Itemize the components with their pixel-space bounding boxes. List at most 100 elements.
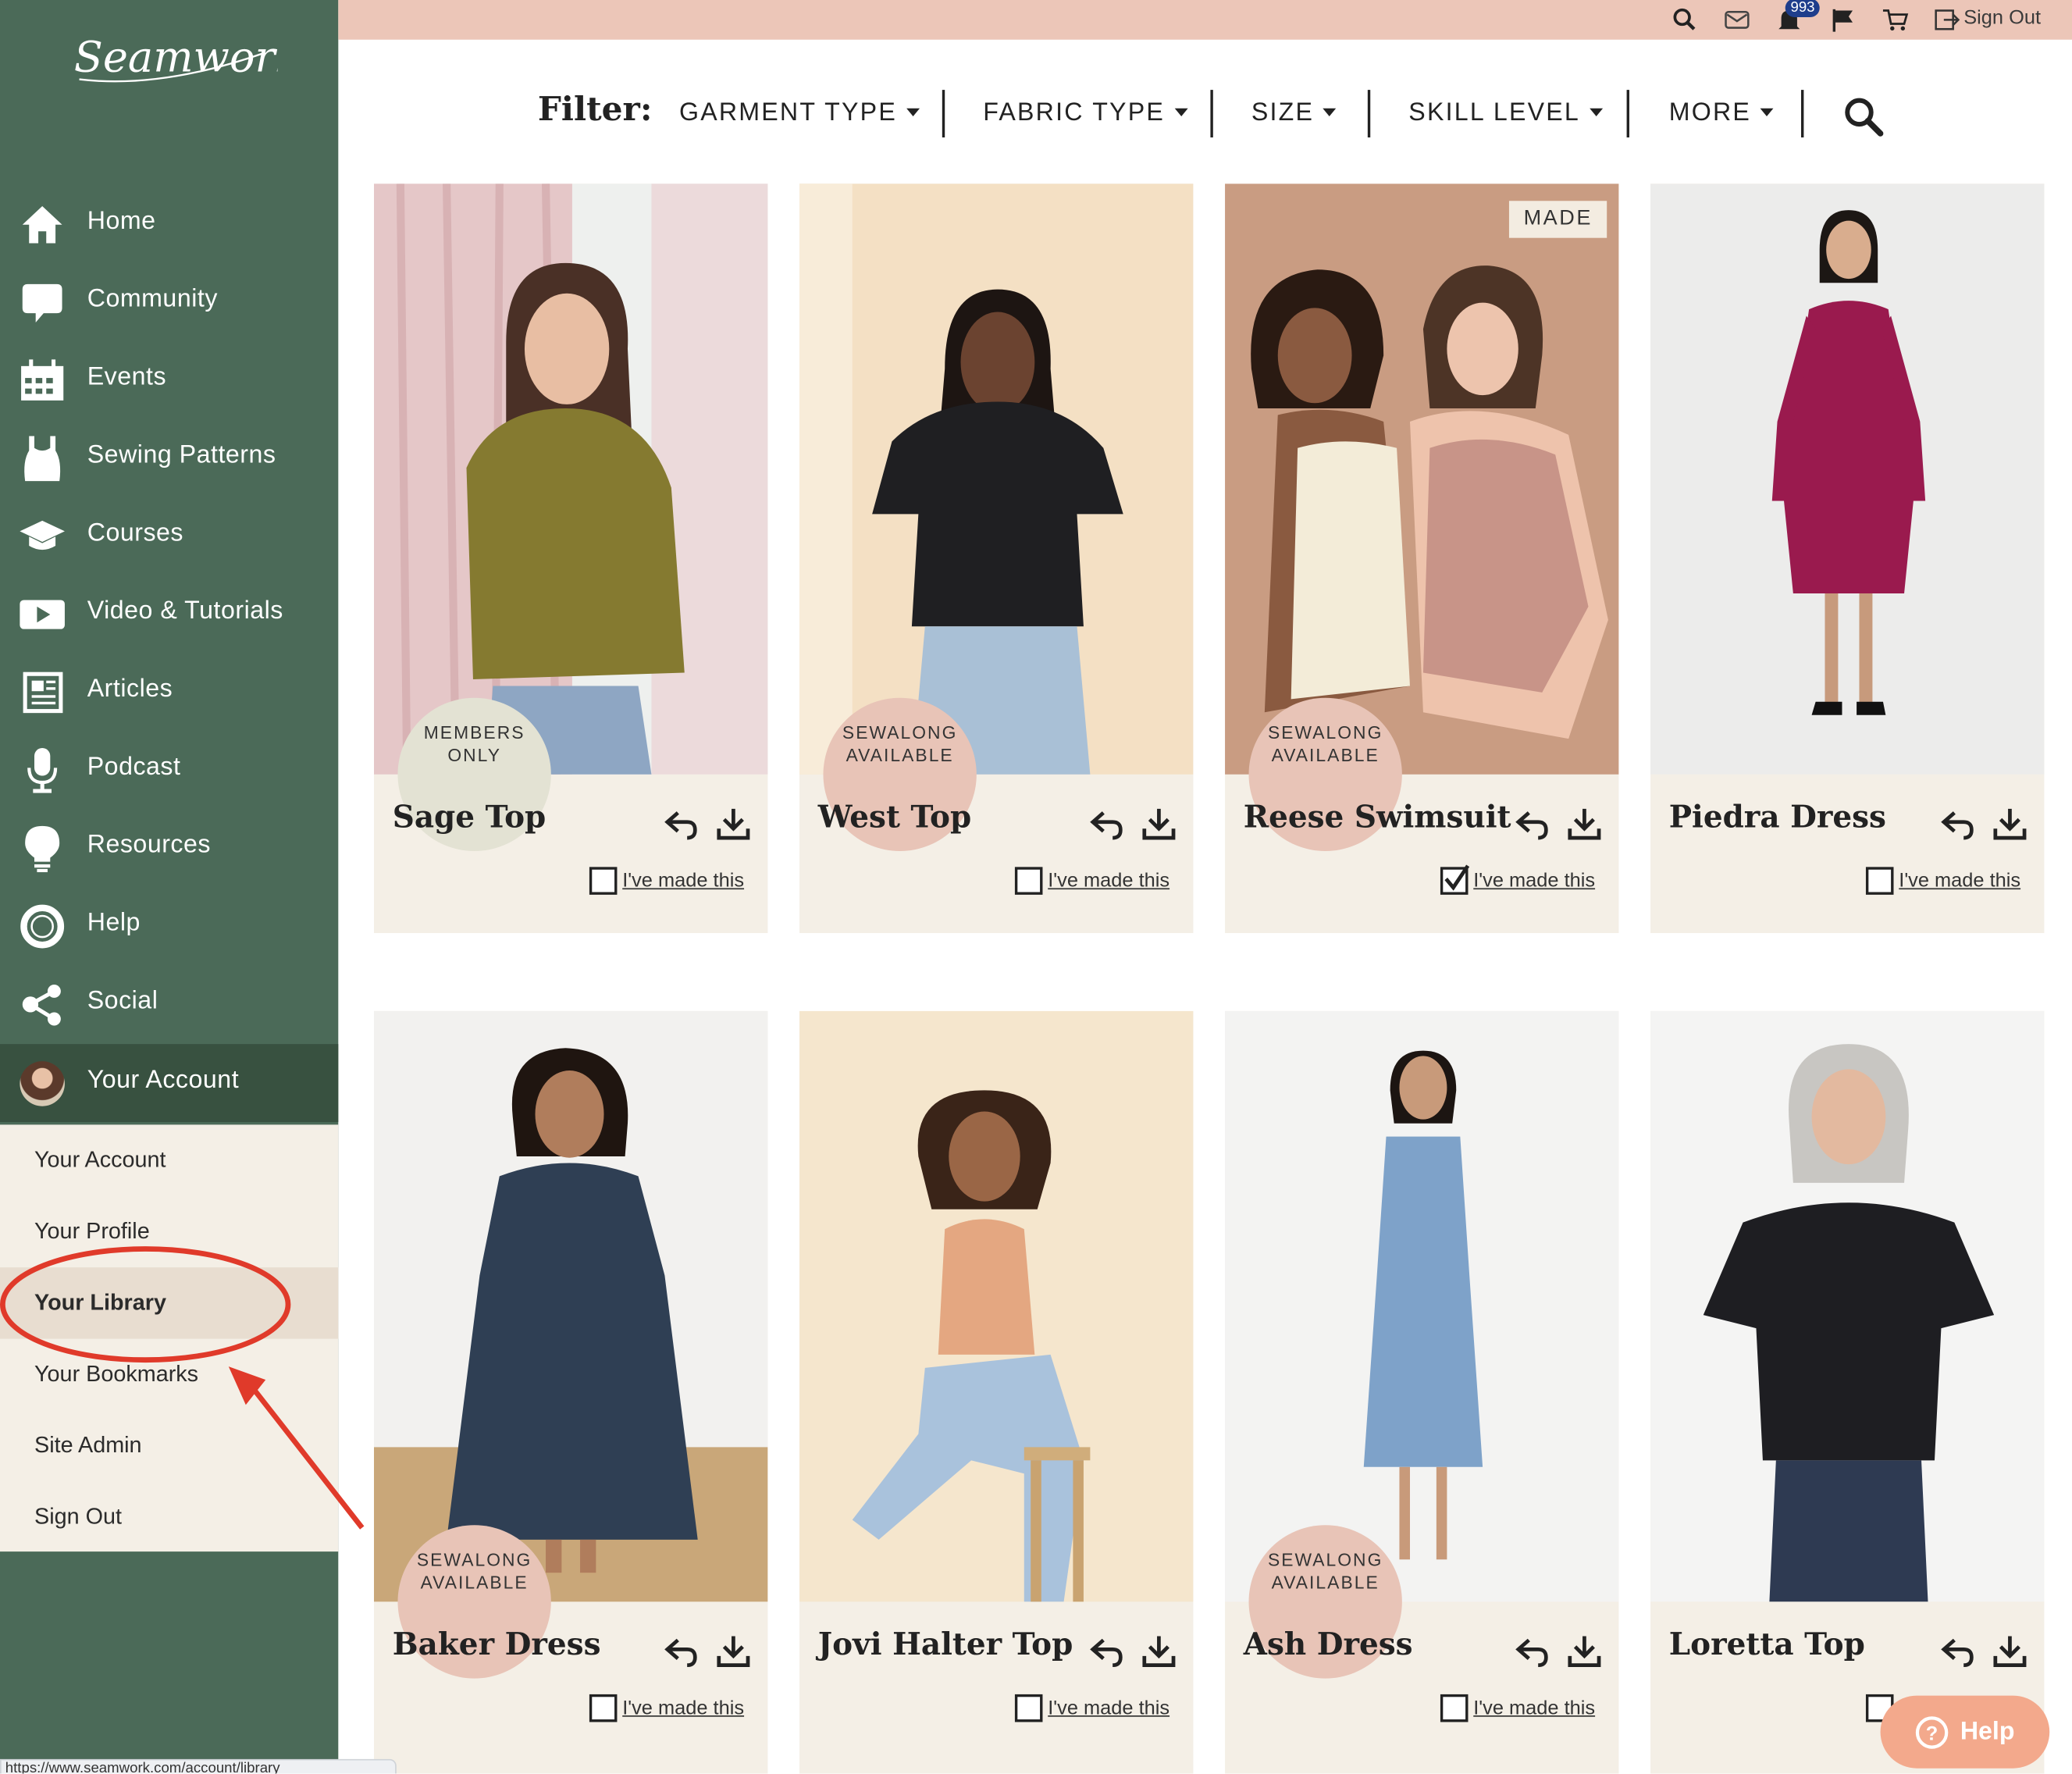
filter-more[interactable]: MORE — [1669, 99, 1774, 128]
download-icon[interactable] — [715, 1632, 752, 1669]
pattern-photo[interactable] — [374, 1010, 768, 1602]
sidebar: Seamwork Home Community Events Sewing Pa… — [0, 0, 339, 1774]
pattern-title[interactable]: Ash Dress — [1244, 1627, 1413, 1663]
filter-separator — [1626, 90, 1629, 138]
submenu-item-your-profile[interactable]: Your Profile — [0, 1196, 338, 1267]
pattern-card-reese-swimsuit[interactable]: MADE SEWALONG AVAILABLE Reese Swimsuit I'… — [1225, 183, 1619, 933]
calendar-icon — [19, 357, 66, 404]
sidebar-item-courses[interactable]: Courses — [0, 497, 338, 575]
share-arrow-icon[interactable] — [1515, 805, 1551, 842]
submenu-item-your-library[interactable]: Your Library — [0, 1267, 339, 1339]
pattern-card-sage-top[interactable]: MEMBERS ONLY Sage Top I've made this — [374, 183, 768, 933]
made-this-checkbox[interactable]: I've made this — [589, 867, 744, 895]
filter-size[interactable]: SIZE — [1251, 99, 1337, 128]
pattern-card-piedra-dress[interactable]: Piedra Dress I've made this — [1650, 183, 2045, 933]
checkbox[interactable] — [1014, 867, 1043, 895]
pattern-title[interactable]: West Top — [818, 800, 971, 835]
pattern-title[interactable]: Loretta Top — [1669, 1627, 1865, 1663]
checkbox[interactable] — [589, 1694, 618, 1722]
graduation-cap-icon — [19, 513, 66, 561]
checkbox[interactable] — [1865, 867, 1894, 895]
pattern-title[interactable]: Jovi Halter Top — [818, 1627, 1073, 1663]
pattern-title[interactable]: Reese Swimsuit — [1244, 800, 1511, 835]
top-sign-out-link[interactable]: Sign Out — [1963, 6, 2041, 29]
seamwork-logo[interactable]: Seamwork — [66, 19, 278, 98]
share-arrow-icon[interactable] — [1089, 805, 1126, 842]
submenu-item-sign-out[interactable]: Sign Out — [0, 1481, 338, 1552]
download-icon[interactable] — [1992, 1632, 2028, 1669]
video-play-icon — [19, 591, 66, 639]
pattern-card-loretta-top[interactable]: Loretta Top I've made this — [1650, 1010, 2045, 1774]
made-this-checkbox[interactable]: I've made this — [1440, 1694, 1595, 1722]
download-icon[interactable] — [1141, 1632, 1177, 1669]
filter-fabric-type[interactable]: FABRIC TYPE — [983, 99, 1187, 128]
checkbox[interactable] — [1440, 1694, 1469, 1722]
submenu-item-your-bookmarks[interactable]: Your Bookmarks — [0, 1339, 338, 1410]
share-arrow-icon[interactable] — [1940, 1632, 1977, 1669]
pattern-card-jovi-halter-top[interactable]: Jovi Halter Top I've made this — [799, 1010, 1194, 1774]
help-button[interactable]: ? Help — [1880, 1695, 2050, 1769]
sidebar-item-podcast[interactable]: Podcast — [0, 731, 338, 809]
filter-skill-level[interactable]: SKILL LEVEL — [1408, 99, 1603, 128]
cart-icon[interactable] — [1882, 6, 1910, 33]
search-icon[interactable] — [1670, 6, 1699, 33]
made-badge: MADE — [1508, 201, 1607, 238]
sidebar-item-social[interactable]: Social — [0, 965, 338, 1043]
made-this-checkbox[interactable]: I've made this — [589, 1694, 744, 1722]
pattern-card-baker-dress[interactable]: SEWALONG AVAILABLE Baker Dress I've made … — [374, 1010, 768, 1774]
filter-garment-type[interactable]: GARMENT TYPE — [679, 99, 920, 128]
download-icon[interactable] — [1566, 1632, 1603, 1669]
sidebar-item-community[interactable]: Community — [0, 263, 338, 341]
caret-down-icon — [1589, 108, 1603, 116]
sign-out-icon[interactable] — [1933, 6, 1962, 33]
mail-icon[interactable] — [1723, 6, 1752, 33]
chat-bubble-icon — [19, 279, 66, 326]
share-icon — [19, 981, 66, 1028]
pattern-photo[interactable] — [799, 183, 1194, 775]
sidebar-item-home[interactable]: Home — [0, 185, 338, 263]
status-url-bar: https://www.seamwork.com/account/library — [0, 1758, 397, 1774]
sidebar-item-articles[interactable]: Articles — [0, 653, 338, 731]
made-this-checkbox[interactable]: I've made this — [1014, 1694, 1170, 1722]
pattern-card-ash-dress[interactable]: SEWALONG AVAILABLE Ash Dress I've made th… — [1225, 1010, 1619, 1774]
pattern-card-west-top[interactable]: SEWALONG AVAILABLE West Top I've made thi… — [799, 183, 1194, 933]
sidebar-item-events[interactable]: Events — [0, 341, 338, 419]
avatar — [19, 1060, 66, 1107]
download-icon[interactable] — [1566, 805, 1603, 842]
sidebar-item-video-tutorials[interactable]: Video & Tutorials — [0, 575, 338, 653]
checkbox[interactable] — [1014, 1694, 1043, 1722]
made-this-checkbox[interactable]: I've made this — [1440, 864, 1595, 895]
pattern-photo[interactable] — [1650, 1010, 2045, 1602]
flag-icon[interactable] — [1829, 6, 1858, 33]
submenu-item-your-account[interactable]: Your Account — [0, 1124, 338, 1195]
sidebar-item-help[interactable]: Help — [0, 887, 338, 965]
search-icon[interactable] — [1842, 95, 1884, 137]
checkbox-checked[interactable] — [1440, 864, 1470, 895]
sidebar-item-sewing-patterns[interactable]: Sewing Patterns — [0, 419, 338, 497]
pattern-photo[interactable] — [1650, 183, 2045, 775]
sidebar-item-resources[interactable]: Resources — [0, 809, 338, 887]
share-arrow-icon[interactable] — [664, 1632, 700, 1669]
filter-bar: Filter: GARMENT TYPE FABRIC TYPE SIZE SK… — [338, 40, 2072, 185]
lightbulb-icon — [19, 825, 66, 873]
share-arrow-icon[interactable] — [664, 805, 700, 842]
checkbox[interactable] — [589, 867, 618, 895]
microphone-icon — [19, 746, 66, 794]
made-this-checkbox[interactable]: I've made this — [1014, 867, 1170, 895]
pattern-photo[interactable] — [1225, 183, 1619, 775]
download-icon[interactable] — [1141, 805, 1177, 842]
sidebar-item-your-account[interactable]: Your Account — [0, 1044, 339, 1123]
share-arrow-icon[interactable] — [1089, 1632, 1126, 1669]
pattern-photo[interactable] — [1225, 1010, 1619, 1602]
pattern-title[interactable]: Baker Dress — [393, 1627, 601, 1663]
share-arrow-icon[interactable] — [1515, 1632, 1551, 1669]
share-arrow-icon[interactable] — [1940, 805, 1977, 842]
pattern-title[interactable]: Sage Top — [393, 800, 546, 835]
download-icon[interactable] — [1992, 805, 2028, 842]
submenu-item-site-admin[interactable]: Site Admin — [0, 1410, 338, 1481]
download-icon[interactable] — [715, 805, 752, 842]
pattern-photo[interactable] — [799, 1010, 1194, 1602]
pattern-photo[interactable] — [374, 183, 768, 775]
pattern-title[interactable]: Piedra Dress — [1669, 800, 1886, 835]
made-this-checkbox[interactable]: I've made this — [1865, 867, 2020, 895]
